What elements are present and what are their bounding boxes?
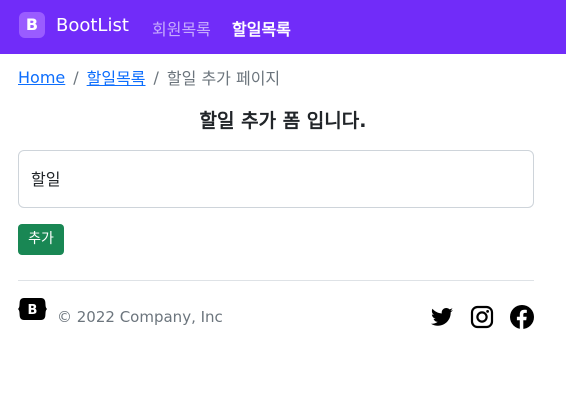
add-button[interactable]: 추가 (18, 224, 64, 255)
brand-name: BootList (56, 14, 129, 36)
footer-divider (18, 280, 534, 281)
instagram-icon[interactable] (470, 305, 494, 329)
breadcrumb-home-link[interactable]: Home (18, 68, 65, 87)
breadcrumb: Home / 할일목록 / 할일 추가 페이지 (18, 65, 280, 89)
nav-link-todos[interactable]: 할일목록 (232, 16, 291, 40)
brand-link[interactable]: B BootList (19, 12, 129, 38)
form-title: 할일 추가 폼 입니다. (199, 110, 367, 132)
copyright-text: © 2022 Company, Inc (57, 308, 223, 326)
todo-input[interactable] (18, 150, 534, 208)
breadcrumb-todos-link[interactable]: 할일목록 (87, 65, 146, 89)
twitter-icon[interactable] (430, 305, 454, 329)
nav-link-members[interactable]: 회원목록 (152, 16, 211, 40)
breadcrumb-current: 할일 추가 페이지 (166, 69, 281, 88)
breadcrumb-separator: / (73, 67, 79, 87)
bootstrap-logo-icon: B (19, 12, 45, 38)
bootstrap-logo-icon[interactable]: B (18, 297, 47, 321)
facebook-icon[interactable] (510, 305, 534, 329)
breadcrumb-separator: / (153, 67, 159, 87)
top-navbar: B BootList 회원목록 할일목록 (0, 0, 566, 54)
svg-text:B: B (28, 303, 38, 318)
